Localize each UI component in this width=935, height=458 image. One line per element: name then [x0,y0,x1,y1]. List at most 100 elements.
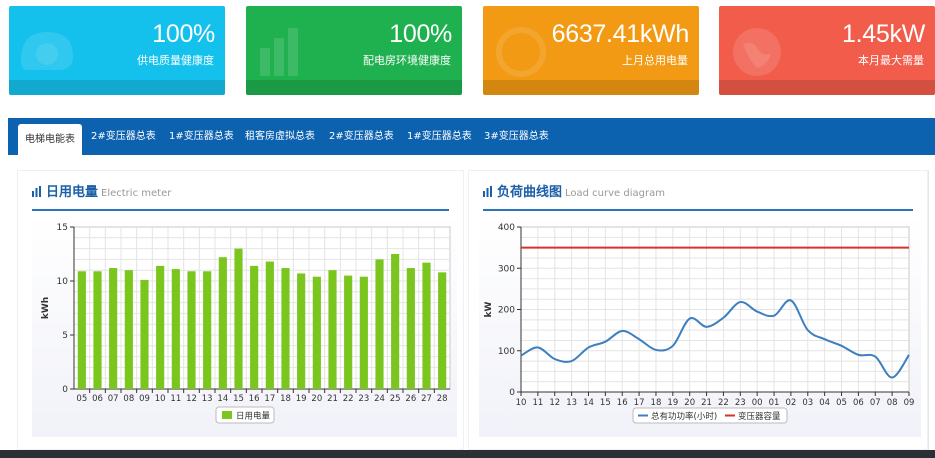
tab-transformer-1-total[interactable]: 1#变压器总表 [162,118,241,155]
panel-header: 日用电量 Electric meter [32,181,171,203]
y-tick-label: 100 [498,347,515,357]
legend-label: 变压器容量 [738,411,781,422]
tab-elevator-meter[interactable]: 电梯电能表 [18,124,82,155]
x-tick-label: 13 [566,398,577,408]
x-tick-label: 16 [617,398,628,408]
x-tick-label: 24 [374,394,385,404]
bar [250,265,259,389]
x-tick-label: 11 [532,398,543,408]
bar [297,273,306,389]
panel-divider [483,209,913,211]
stat-label: 供电质量健康度 [137,54,214,67]
x-tick-label: 23 [735,398,746,408]
scroll-edge [928,170,935,450]
y-axis-label: kWh [41,297,51,319]
x-tick-label: 19 [667,398,678,408]
meter-tab-bar: 电梯电能表 2#变压器总表 1#变压器总表 租客房虚拟总表 2#变压器总表 1#… [8,118,935,155]
legend-label: 日用电量 [236,411,271,422]
tab-transformer-3-total[interactable]: 3#变压器总表 [477,118,556,155]
x-tick-label: 00 [752,398,763,408]
stat-value: 100% [389,20,452,48]
bar [265,261,274,389]
panel-divider [32,209,449,211]
x-tick-label: 03 [802,398,813,408]
wave-icon [21,32,73,70]
x-tick-label: 20 [311,394,322,404]
x-tick-label: 11 [170,394,181,404]
load-curve-line-chart: 0100200300400kW10 11 12 13 14 15 16 17 18 19 20 21 2… [484,223,914,424]
bar [422,262,431,389]
x-tick-label: 16 [249,394,260,404]
panel-subtitle: Electric meter [101,188,172,199]
bar [93,271,102,389]
x-tick-label: 08 [887,398,898,408]
x-tick-label: 27 [421,394,432,404]
x-tick-label: 15 [233,394,244,404]
y-tick-label: 300 [498,264,515,274]
x-tick-label: 05 [836,398,847,408]
x-tick-label: 17 [264,394,275,404]
stat-card-power-quality: 100% 供电质量健康度 [9,6,225,95]
x-tick-label: 06 [853,398,864,408]
y-tick-label: 15 [57,223,68,233]
x-tick-label: 19 [296,394,307,404]
x-tick-label: 05 [76,394,87,404]
stat-card-room-environment: 100% 配电房环境健康度 [246,6,462,95]
x-tick-label: 17 [634,398,645,408]
x-tick-label: 25 [390,394,401,404]
card-footer [246,80,462,95]
x-tick-label: 21 [701,398,712,408]
x-tick-label: 13 [202,394,213,404]
chart-icon [483,186,492,197]
x-tick-label: 12 [549,398,560,408]
stat-value: 1.45kW [842,20,925,48]
bar [171,269,180,389]
stat-label: 本月最大需量 [858,54,924,67]
y-tick-label: 5 [62,331,68,341]
daily-energy-bar-chart: 051015kWh05 06 07 08 09 10 11 12 13 14 15 16 17 18 19 2… [41,223,451,424]
panel-title: 负荷曲线图 [497,185,563,200]
x-tick-label: 22 [718,398,729,408]
bar [109,268,118,389]
x-tick-label: 07 [870,398,881,408]
bar [312,276,321,389]
x-tick-label: 01 [769,398,780,408]
stat-card-last-month-energy: 6637.41kWh 上月总用电量 [483,6,699,95]
y-tick-label: 0 [62,385,68,395]
bar [203,271,212,389]
x-tick-label: 04 [819,398,830,408]
x-tick-label: 07 [108,394,119,404]
daily-energy-chart-area: 0 5 10 15 kWh 05 06 07 08 09 10 11 12 13 14 15 16 17 18 19 2… [32,215,457,437]
x-tick-label: 10 [516,398,527,408]
legend-swatch [222,411,232,419]
tab-transformer-1-total-b[interactable]: 1#变压器总表 [400,118,479,155]
x-tick-label: 18 [280,394,291,404]
panel-subtitle: Load curve diagram [565,188,665,199]
bar [234,248,243,389]
legend-label: 总有功功率(小时) [651,411,717,422]
daily-energy-panel: 日用电量 Electric meter 0 5 10 15 kWh 05 06 07 08 09 10… [17,170,464,450]
card-footer [719,80,935,95]
bar [391,254,400,389]
card-footer [9,80,225,95]
bar [156,265,165,389]
x-tick-label: 09 [139,394,150,404]
chart-icon [32,186,41,197]
tab-tenant-virtual-total[interactable]: 租客房虚拟总表 [238,118,322,155]
load-curve-panel: 负荷曲线图 Load curve diagram 0 100 200 300 400 kW 1… [468,170,928,450]
y-tick-label: 0 [509,388,515,398]
bar [281,268,290,389]
stat-label: 配电房环境健康度 [363,54,451,67]
globe-icon [733,28,781,76]
bottom-bar [0,450,935,458]
bar [187,271,196,389]
x-tick-label: 08 [123,394,134,404]
x-tick-label: 15 [600,398,611,408]
load-curve-chart-area: 0 100 200 300 400 kW 10 11 12 13 14 15 16 17 18 19 20 21 2… [479,215,921,437]
tab-transformer-2-total-b[interactable]: 2#变压器总表 [322,118,401,155]
card-footer [483,80,699,95]
tab-transformer-2-total[interactable]: 2#变压器总表 [84,118,163,155]
bar-chart-icon [260,28,298,76]
x-tick-label: 26 [405,394,416,404]
x-tick-label: 06 [92,394,103,404]
